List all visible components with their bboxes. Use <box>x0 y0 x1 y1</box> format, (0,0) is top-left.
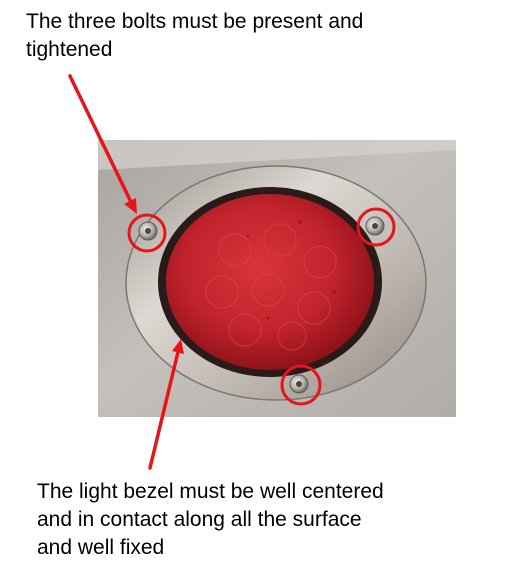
bolt-left <box>138 221 158 241</box>
bolt-bottom <box>289 374 309 394</box>
bolt-right <box>365 216 385 236</box>
red-lens <box>166 194 374 370</box>
bezel-instruction-text: The light bezel must be well centered an… <box>37 480 384 559</box>
